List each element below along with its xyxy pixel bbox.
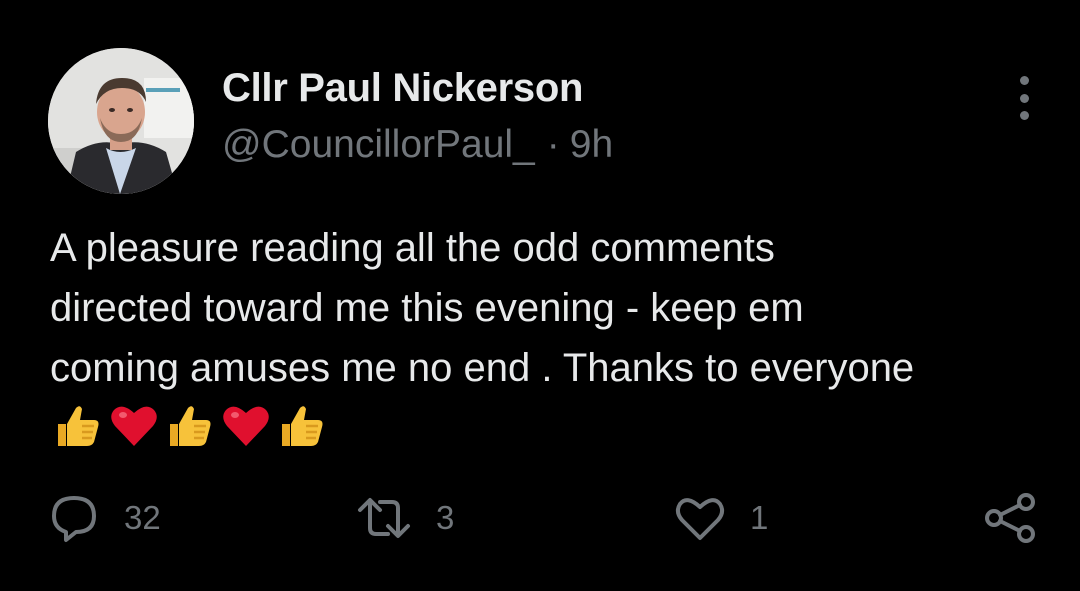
tweet-text: A pleasure reading all the odd comments …	[50, 226, 915, 390]
share-button[interactable]	[982, 490, 1038, 546]
author-handle[interactable]: @CouncillorPaul_	[222, 123, 535, 166]
tweet-timestamp[interactable]: 9h	[570, 123, 613, 166]
share-icon	[985, 493, 1035, 543]
reply-button[interactable]: 32	[48, 490, 161, 546]
emoji-row	[52, 400, 328, 452]
more-dot	[1019, 76, 1029, 85]
author-meta: @CouncillorPaul_ · 9h	[222, 123, 613, 167]
more-dot	[1019, 111, 1029, 120]
tweet-actions: 32 3 1	[48, 490, 1038, 546]
retweet-button[interactable]: 3	[356, 490, 454, 546]
thumbs-up-emoji	[170, 406, 211, 446]
thumbs-up-emoji	[282, 406, 323, 446]
avatar[interactable]	[48, 48, 194, 194]
more-vertical-icon[interactable]	[1012, 76, 1036, 120]
meta-separator: ·	[546, 123, 560, 166]
reply-count: 32	[124, 499, 161, 536]
author-name[interactable]: Cllr Paul Nickerson	[222, 66, 583, 111]
avatar-photo	[48, 48, 194, 194]
red-heart-emoji	[111, 406, 157, 446]
retweet-count: 3	[436, 499, 455, 536]
red-heart-emoji	[223, 406, 269, 446]
more-dot	[1019, 93, 1029, 103]
like-count: 1	[750, 499, 769, 536]
heart-icon	[675, 498, 725, 540]
tweet-card: Cllr Paul Nickerson @CouncillorPaul_ · 9h …	[0, 0, 1080, 591]
retweet-icon	[358, 498, 410, 538]
reply-icon	[52, 496, 96, 542]
thumbs-up-emoji	[58, 406, 99, 446]
like-button[interactable]: 1	[674, 490, 768, 546]
